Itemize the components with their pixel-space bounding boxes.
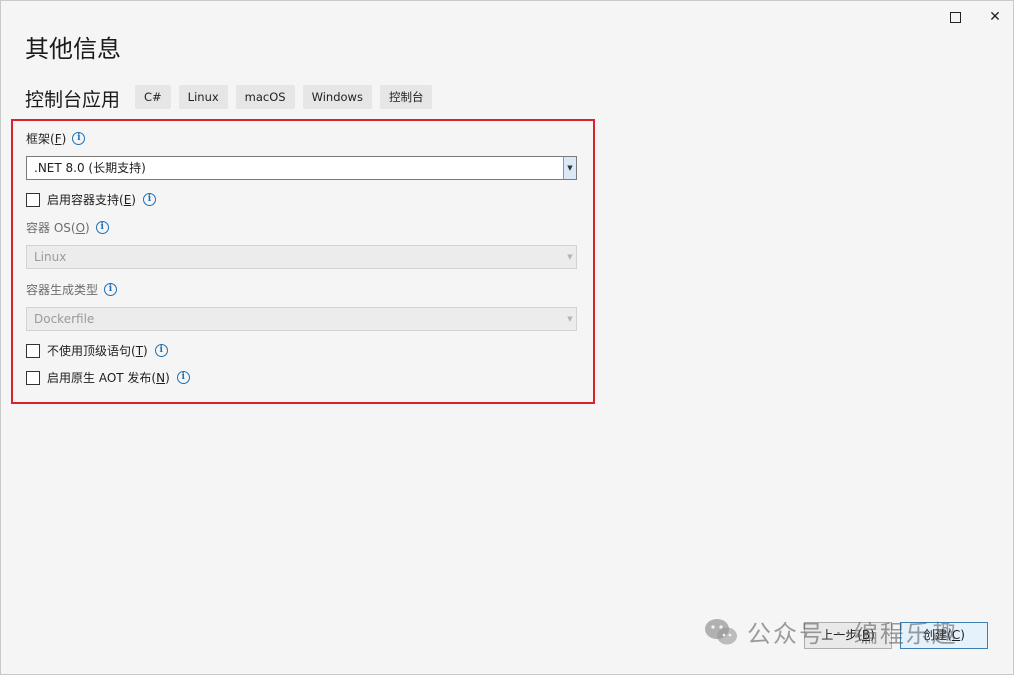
framework-select[interactable]: .NET 8.0 (长期支持) ▼ [26,156,577,180]
dropdown-arrow-icon: ▼ [567,253,573,261]
tag-linux: Linux [178,85,228,109]
container-build-type-label: 容器生成类型 i [26,281,118,298]
info-icon[interactable]: i [104,283,118,296]
info-icon[interactable]: i [142,193,156,206]
close-button[interactable]: ✕ [985,7,1005,27]
close-icon: ✕ [989,9,1001,25]
no-top-level-statements-checkbox[interactable] [26,343,40,358]
template-name: 控制台应用 [25,89,121,111]
maximize-button[interactable] [945,7,965,27]
container-build-type-select: Dockerfile ▼ [26,307,577,331]
dropdown-arrow-icon[interactable]: ▼ [563,157,576,179]
wechat-icon [705,618,737,644]
enable-container-label: 启用容器支持(E) [47,193,136,207]
template-tags: C# Linux macOS Windows 控制台 [135,85,433,109]
enable-container-checkbox[interactable] [26,192,40,207]
framework-value: .NET 8.0 (长期支持) [34,161,146,175]
tag-macos: macOS [235,85,295,109]
dropdown-arrow-icon: ▼ [567,315,573,323]
framework-label: 框架(F) i [26,130,86,147]
native-aot-label: 启用原生 AOT 发布(N) [47,371,170,385]
tag-csharp: C# [135,85,171,109]
no-top-level-statements-label: 不使用顶级语句(T) [47,344,148,358]
container-os-value: Linux [34,250,67,264]
maximize-icon [949,12,961,23]
native-aot-checkbox[interactable] [26,370,40,385]
watermark: 公众号 · 编程乐趣 [703,614,958,649]
no-top-level-statements-row[interactable]: 不使用顶级语句(T) i [26,342,168,359]
tag-console: 控制台 [379,85,433,109]
info-icon[interactable]: i [154,344,168,357]
native-aot-row[interactable]: 启用原生 AOT 发布(N) i [26,369,190,386]
page-title: 其他信息 [25,35,121,63]
tag-windows: Windows [302,85,372,109]
dialog-window: ✕ 其他信息 控制台应用 C# Linux macOS Windows 控制台 … [0,0,1014,675]
container-build-type-value: Dockerfile [34,312,95,326]
info-icon[interactable]: i [176,371,190,384]
container-os-select: Linux ▼ [26,245,577,269]
container-os-label: 容器 OS(O) i [26,219,109,236]
info-icon[interactable]: i [72,132,86,145]
watermark-text: 公众号 · 编程乐趣 [747,620,958,648]
info-icon[interactable]: i [95,221,109,234]
enable-container-row[interactable]: 启用容器支持(E) i [26,191,156,208]
